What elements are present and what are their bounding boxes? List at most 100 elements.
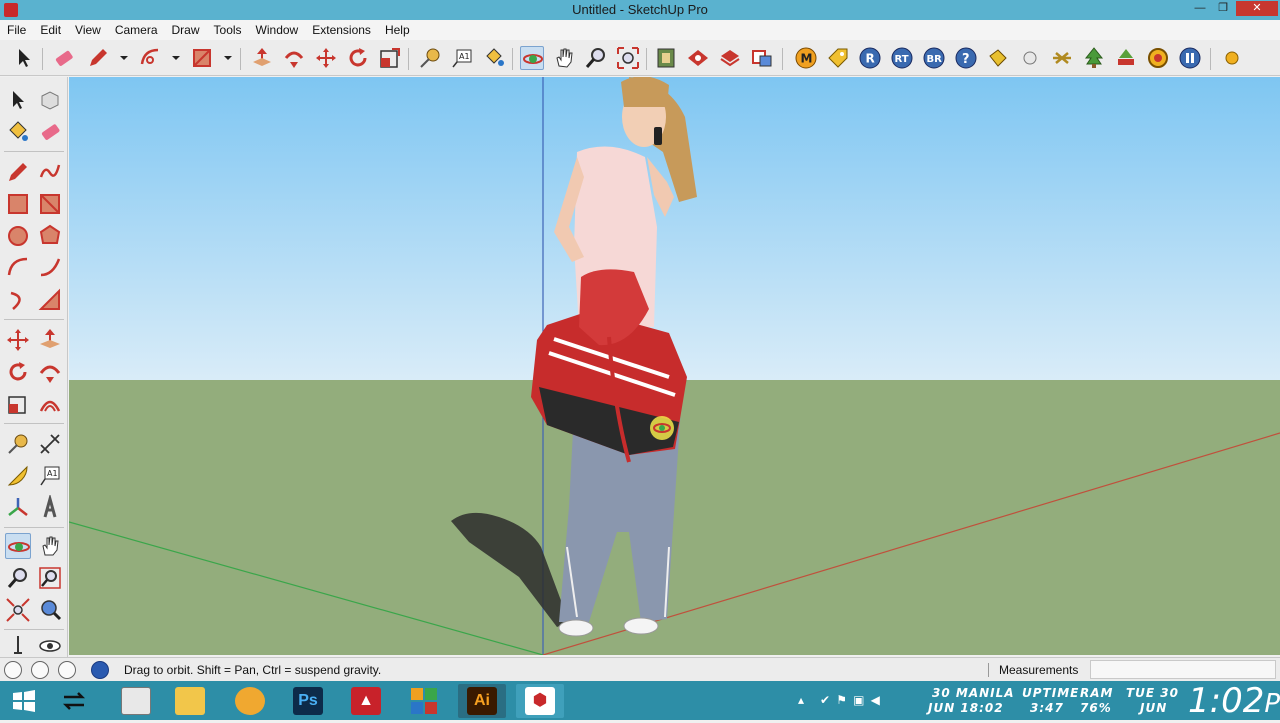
zoom-icon[interactable] [584,46,608,70]
help-icon[interactable]: ? [954,46,978,70]
style-icon[interactable] [750,46,774,70]
layout-icon[interactable] [718,46,742,70]
extension-label-icon[interactable] [986,46,1010,70]
extension-tree2-icon[interactable] [1114,46,1138,70]
select-icon[interactable] [5,87,31,113]
menu-file[interactable]: File [0,23,33,37]
menu-window[interactable]: Window [249,23,306,37]
eraser-icon[interactable] [37,119,63,145]
extension-r-icon[interactable]: R [858,46,882,70]
rectangle-icon[interactable] [5,191,31,217]
follow-me-icon[interactable] [282,46,306,70]
dimension-icon[interactable] [37,431,63,457]
menu-view[interactable]: View [68,23,108,37]
offset-icon[interactable] [37,391,63,417]
chevron-down-icon[interactable] [112,46,128,70]
circle-icon[interactable] [5,223,31,249]
extension-m-icon[interactable]: M [794,46,818,70]
three-point-arc-icon[interactable] [5,287,31,313]
rotate-icon[interactable] [346,46,370,70]
orbit-icon[interactable] [5,533,31,559]
push-pull-icon[interactable] [37,327,63,353]
rectangle-icon[interactable] [190,46,214,70]
geo-location-icon[interactable] [4,661,22,679]
pen-tool-icon[interactable] [226,684,274,718]
menu-draw[interactable]: Draw [165,23,207,37]
close-button[interactable]: ✕ [1236,1,1278,16]
orbit-icon[interactable] [520,46,544,70]
tape-measure-icon[interactable] [5,431,31,457]
measurements-input[interactable] [1090,660,1276,679]
extension-cross-icon[interactable] [1050,46,1074,70]
task-switcher-icon[interactable] [50,684,98,718]
zoom-icon[interactable] [5,565,31,591]
protractor-icon[interactable] [5,463,31,489]
chevron-down-icon[interactable] [216,46,232,70]
extension-tree-icon[interactable] [1082,46,1106,70]
move-icon[interactable] [5,327,31,353]
move-icon[interactable] [314,46,338,70]
menu-camera[interactable]: Camera [108,23,165,37]
scale-icon[interactable] [378,46,402,70]
paint-bucket-icon[interactable] [5,119,31,145]
select-icon[interactable] [12,46,36,70]
credits-icon[interactable] [31,661,49,679]
chevron-down-icon[interactable] [164,46,180,70]
arc-icon[interactable] [138,46,162,70]
3d-warehouse-icon[interactable] [654,46,678,70]
eraser-icon[interactable] [52,46,76,70]
rotated-rectangle-icon[interactable] [37,191,63,217]
sketchup-icon[interactable]: ⬢ [516,684,564,718]
polygon-icon[interactable] [37,223,63,249]
pan-icon[interactable] [37,533,63,559]
extension-dot-icon[interactable] [1220,46,1244,70]
paint-bucket-icon[interactable] [482,46,506,70]
user-icon[interactable] [58,661,76,679]
look-around-icon[interactable] [37,633,63,659]
maximize-button[interactable]: ❐ [1212,1,1234,16]
3d-text-icon[interactable] [37,493,63,521]
previous-view-icon[interactable] [37,597,63,623]
tape-measure-icon[interactable] [418,46,442,70]
photoshop-icon[interactable]: Ps [284,684,332,718]
extension-gear-icon[interactable] [1146,46,1170,70]
rotate-icon[interactable] [5,359,31,385]
position-camera-icon[interactable] [5,633,31,659]
sphere-icon[interactable] [1018,46,1042,70]
autocad-icon[interactable]: ▲ [342,684,390,718]
zoom-extents-icon[interactable] [616,46,640,70]
follow-me-icon[interactable] [37,359,63,385]
zoom-window-icon[interactable] [37,565,63,591]
menu-extensions[interactable]: Extensions [305,23,378,37]
menu-tools[interactable]: Tools [207,23,249,37]
start-button[interactable] [0,684,48,718]
extension-pause-icon[interactable] [1178,46,1202,70]
push-pull-icon[interactable] [250,46,274,70]
scale-icon[interactable] [5,391,31,417]
help-icon[interactable] [91,661,109,679]
notepad-icon[interactable] [112,684,160,718]
pencil-icon[interactable] [86,46,110,70]
extension-rt-icon[interactable]: RT [890,46,914,70]
model-viewport[interactable] [69,77,1280,655]
metro-apps-icon[interactable] [400,684,448,718]
menu-edit[interactable]: Edit [33,23,68,37]
pencil-icon[interactable] [5,159,31,185]
extension-warehouse-icon[interactable] [686,46,710,70]
taskbar-clock[interactable]: 1:02PM [1188,681,1280,721]
two-point-arc-icon[interactable] [37,255,63,281]
file-explorer-icon[interactable] [166,684,214,718]
freehand-icon[interactable] [37,159,63,185]
text-icon[interactable]: A1 [37,463,63,489]
arc-icon[interactable] [5,255,31,281]
text-icon[interactable]: A1 [450,46,474,70]
zoom-extents-icon[interactable] [5,597,31,623]
component-icon[interactable] [37,87,63,113]
extension-tag-icon[interactable] [826,46,850,70]
minimize-button[interactable]: — [1188,1,1212,16]
menu-help[interactable]: Help [378,23,417,37]
pan-icon[interactable] [552,46,576,70]
illustrator-icon[interactable]: Ai [458,684,506,718]
pie-icon[interactable] [37,287,63,313]
extension-br-icon[interactable]: BR [922,46,946,70]
